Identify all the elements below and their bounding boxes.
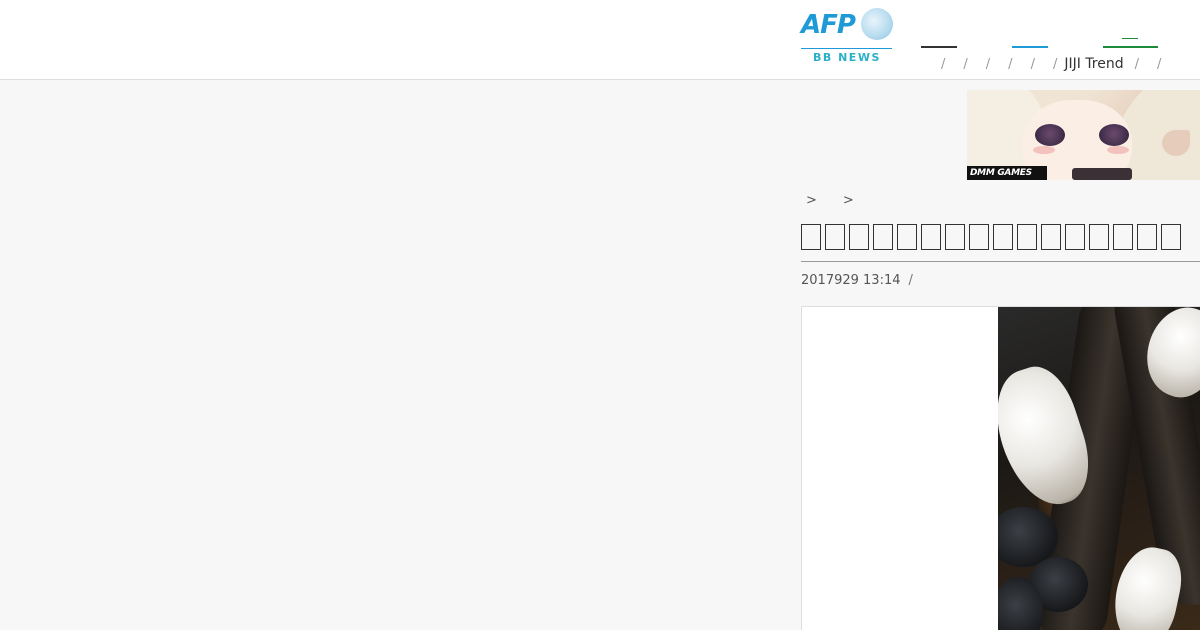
title-glyph xyxy=(873,223,893,250)
globe-icon xyxy=(861,8,893,40)
title-glyph xyxy=(1017,223,1037,250)
nav-separator: / xyxy=(1052,56,1058,72)
title-glyph xyxy=(1161,223,1181,250)
banner-art-eye xyxy=(1035,124,1065,146)
site-header: AFP BB NEWS / / / / / / JIJI Trend / / xyxy=(0,0,1200,80)
nav-separator: / xyxy=(1134,56,1140,72)
nav-separator: / xyxy=(985,56,991,72)
logo-divider xyxy=(801,48,892,49)
bb-news-text: BB NEWS xyxy=(813,51,881,64)
ad-banner[interactable]: DMM GAMES xyxy=(967,90,1200,180)
title-glyph xyxy=(849,223,869,250)
article-date: 2017929 13:14 xyxy=(801,272,901,288)
title-glyph xyxy=(897,223,917,250)
breadcrumb-separator: > xyxy=(806,192,817,208)
meta-separator: / xyxy=(908,272,913,288)
nav-accent-bar-dark xyxy=(921,46,957,48)
title-glyph xyxy=(1113,223,1133,250)
nav-accent-bar-blue xyxy=(1012,46,1048,48)
breadcrumb-separator: > xyxy=(842,192,854,208)
nav-accent-dash-green xyxy=(1122,38,1138,39)
title-glyph xyxy=(825,223,845,250)
nav-item-jiji-trend[interactable]: JIJI Trend xyxy=(1064,56,1123,72)
banner-art-blush xyxy=(1033,146,1055,154)
banner-art-blush xyxy=(1107,146,1129,154)
title-glyph xyxy=(1041,223,1061,250)
banner-art-collar xyxy=(1072,168,1132,180)
afpbb-logo[interactable]: AFP BB NEWS xyxy=(801,8,893,66)
nav-separator: / xyxy=(1030,56,1035,72)
nav-separator: / xyxy=(1157,56,1162,72)
article-meta: 2017929 13:14 / xyxy=(801,270,913,290)
banner-art-ear xyxy=(1162,130,1190,156)
nav-separator: / xyxy=(941,56,946,72)
dmm-games-badge: DMM GAMES xyxy=(967,166,1047,180)
article-photo[interactable] xyxy=(998,307,1200,630)
title-glyph xyxy=(801,223,821,250)
nav-separator: / xyxy=(1008,56,1013,72)
banner-art-eye xyxy=(1099,124,1129,146)
title-glyph xyxy=(993,223,1013,250)
afp-logo-text: AFP xyxy=(801,10,856,40)
article-title xyxy=(801,216,1200,262)
nav-separator: / xyxy=(963,56,968,72)
title-glyph xyxy=(921,223,941,250)
title-glyph xyxy=(1065,223,1085,250)
title-glyph xyxy=(1089,223,1109,250)
main-nav: / / / / / / JIJI Trend / / xyxy=(941,54,1161,74)
title-glyph xyxy=(945,223,965,250)
title-glyph xyxy=(969,223,989,250)
breadcrumb: > > xyxy=(801,190,854,210)
nav-accent-bar-green xyxy=(1103,46,1158,48)
title-glyph xyxy=(1137,223,1157,250)
